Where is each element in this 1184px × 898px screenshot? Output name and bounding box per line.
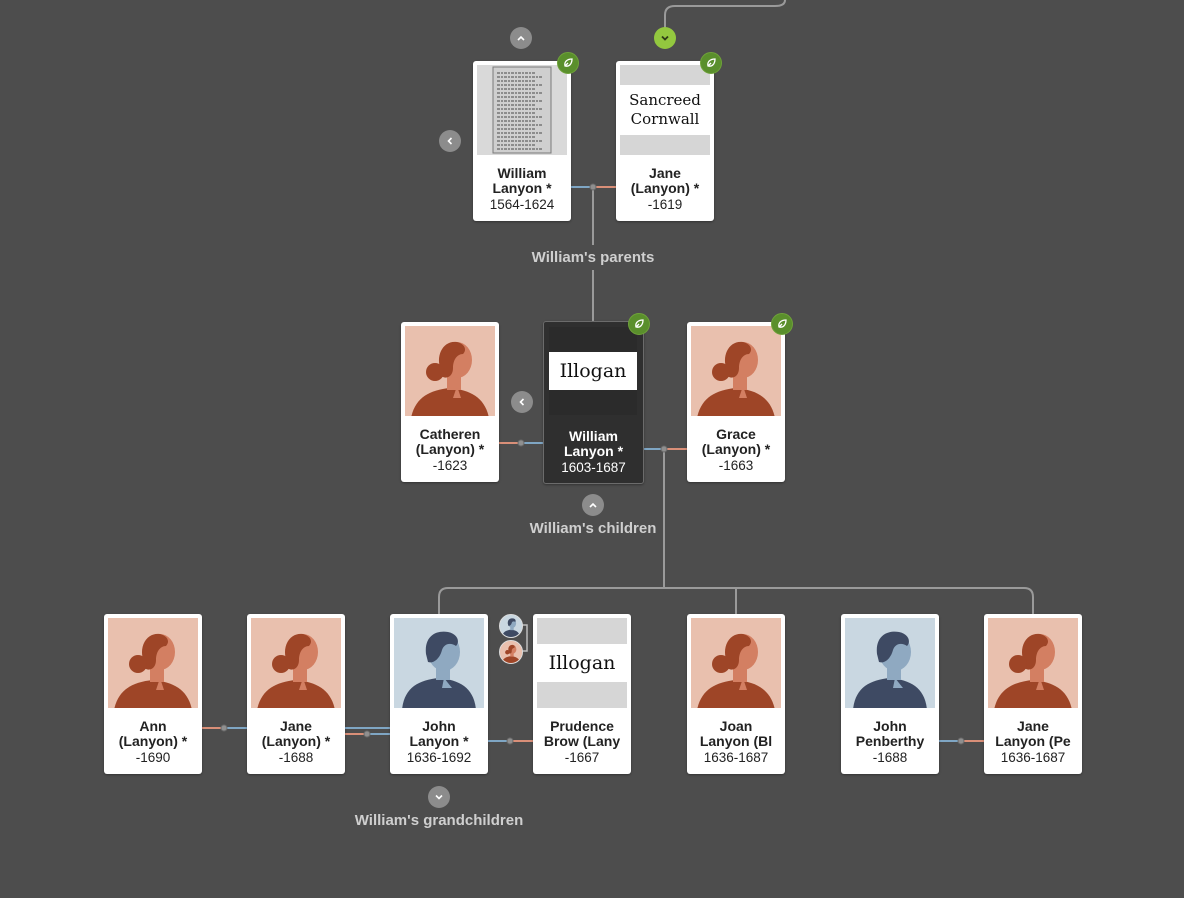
person-name: Prudence Brow (Lany xyxy=(543,719,621,749)
person-photo xyxy=(691,618,781,708)
person-photo: Illogan xyxy=(549,327,637,415)
parents-label: William's parents xyxy=(531,249,655,266)
person-name: Grace (Lanyon) * xyxy=(701,427,771,457)
person-photo xyxy=(988,618,1078,708)
person-dates: 1636-1692 xyxy=(406,750,472,765)
person-dates: 1636-1687 xyxy=(1000,750,1066,765)
person-dates: -1623 xyxy=(432,458,468,473)
female-silhouette-icon xyxy=(691,618,781,708)
person-name: John Penberthy xyxy=(855,719,925,749)
person-dates: -1690 xyxy=(135,750,171,765)
chevron-up-icon xyxy=(517,35,525,41)
grandchildren-label: William's grandchildren xyxy=(354,812,524,829)
show-siblings-left-button[interactable] xyxy=(439,130,461,152)
hint-leaf-icon[interactable] xyxy=(771,313,793,335)
hint-leaf-icon[interactable] xyxy=(628,313,650,335)
person-dates: 1564-1624 xyxy=(489,197,555,212)
person-photo xyxy=(394,618,484,708)
collapse-ancestors-button[interactable] xyxy=(654,27,676,49)
hint-leaf-icon[interactable] xyxy=(700,52,722,74)
person-photo xyxy=(108,618,198,708)
person-dates: -1663 xyxy=(718,458,754,473)
expand-ancestors-up-button[interactable] xyxy=(510,27,532,49)
person-card-john-penberthy[interactable]: John Penberthy -1688 xyxy=(841,614,939,774)
person-name: Jane (Lanyon) * xyxy=(261,719,331,749)
person-photo xyxy=(251,618,341,708)
chevron-left-icon xyxy=(519,398,525,406)
person-card-catheren[interactable]: Catheren (Lanyon) * -1623 xyxy=(401,322,499,482)
male-silhouette-icon xyxy=(845,618,935,708)
person-name: William Lanyon * xyxy=(563,429,624,459)
person-name: Joan Lanyon (Bl xyxy=(699,719,773,749)
person-dates: 1603-1687 xyxy=(561,460,626,475)
male-silhouette-icon xyxy=(394,618,484,708)
person-name: Ann (Lanyon) * xyxy=(118,719,188,749)
person-dates: -1688 xyxy=(872,750,908,765)
chevron-left-icon xyxy=(447,137,453,145)
person-dates: -1667 xyxy=(564,750,600,765)
person-card-jane-penberthy[interactable]: Jane Lanyon (Pe 1636-1687 xyxy=(984,614,1082,774)
female-silhouette-icon xyxy=(251,618,341,708)
person-card-william-focus[interactable]: Illogan William Lanyon * 1603-1687 xyxy=(543,321,644,484)
record-document-image xyxy=(477,65,567,155)
female-silhouette-icon xyxy=(988,618,1078,708)
person-dates: -1688 xyxy=(278,750,314,765)
spouse-switch-female-avatar[interactable] xyxy=(499,640,523,664)
person-card-jane[interactable]: Jane (Lanyon) * -1688 xyxy=(247,614,345,774)
show-spouses-left-button[interactable] xyxy=(511,391,533,413)
person-photo xyxy=(405,326,495,416)
chevron-down-icon xyxy=(661,35,669,41)
person-card-grace[interactable]: Grace (Lanyon) * -1663 xyxy=(687,322,785,482)
person-dates: 1636-1687 xyxy=(703,750,769,765)
person-card-prudence[interactable]: Illogan Prudence Brow (Lany -1667 xyxy=(533,614,631,774)
person-photo xyxy=(691,326,781,416)
tree-canvas[interactable]: William's parents William's children Wil… xyxy=(0,0,1184,898)
person-photo xyxy=(845,618,935,708)
person-card-jane-sr[interactable]: Sancreed Cornwall Jane (Lanyon) * -1619 xyxy=(616,61,714,221)
person-card-william-sr[interactable]: William Lanyon * 1564-1624 xyxy=(473,61,571,221)
female-silhouette-icon xyxy=(405,326,495,416)
collapse-children-button[interactable] xyxy=(582,494,604,516)
expand-grandchildren-button[interactable] xyxy=(428,786,450,808)
person-photo xyxy=(477,65,567,155)
person-card-joan[interactable]: Joan Lanyon (Bl 1636-1687 xyxy=(687,614,785,774)
chevron-down-icon xyxy=(435,794,443,800)
place-image-text: Illogan xyxy=(537,644,627,682)
children-label: William's children xyxy=(529,520,657,537)
place-image-text: Illogan xyxy=(549,352,637,390)
person-card-ann[interactable]: Ann (Lanyon) * -1690 xyxy=(104,614,202,774)
person-card-john[interactable]: John Lanyon * 1636-1692 xyxy=(390,614,488,774)
female-silhouette-icon xyxy=(108,618,198,708)
person-photo: Sancreed Cornwall xyxy=(620,65,710,155)
person-name: Catheren (Lanyon) * xyxy=(415,427,485,457)
place-image: Sancreed Cornwall xyxy=(620,65,710,155)
place-image-text: Sancreed Cornwall xyxy=(620,85,710,135)
hint-leaf-icon[interactable] xyxy=(557,52,579,74)
person-dates: -1619 xyxy=(647,197,683,212)
person-name: William Lanyon * xyxy=(492,166,552,196)
place-image: Illogan xyxy=(549,327,637,415)
person-name: Jane Lanyon (Pe xyxy=(995,719,1071,749)
chevron-up-icon xyxy=(589,502,597,508)
spouse-switch-male-avatar[interactable] xyxy=(499,614,523,638)
place-image: Illogan xyxy=(537,618,627,708)
female-silhouette-icon xyxy=(691,326,781,416)
person-name: Jane (Lanyon) * xyxy=(630,166,700,196)
person-photo: Illogan xyxy=(537,618,627,708)
person-name: John Lanyon * xyxy=(409,719,469,749)
